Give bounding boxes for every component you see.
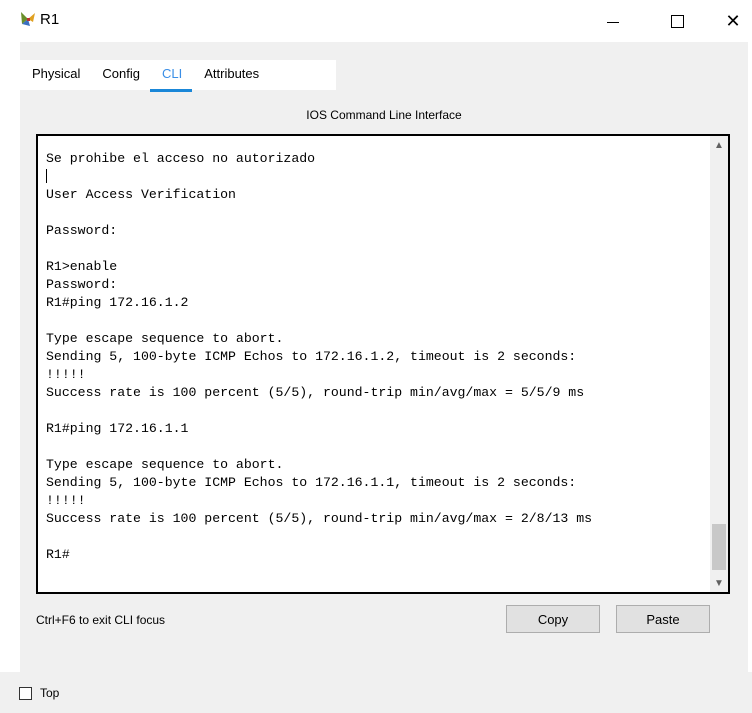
tab-cli[interactable]: CLI xyxy=(150,60,193,92)
scroll-down-icon[interactable]: ▼ xyxy=(710,574,728,592)
tab-attributes[interactable]: Attributes xyxy=(192,60,269,88)
paste-button[interactable]: Paste xyxy=(616,605,710,633)
title-bar: R1 ✕ xyxy=(0,0,752,42)
scroll-up-icon[interactable]: ▲ xyxy=(710,136,728,154)
window-title: R1 xyxy=(40,11,60,28)
text-cursor xyxy=(46,169,47,183)
router-icon xyxy=(21,12,35,26)
scrollbar-thumb[interactable] xyxy=(712,524,726,570)
maximize-button[interactable] xyxy=(654,0,700,42)
device-panel: Physical Config CLI Attributes IOS Comma… xyxy=(20,42,748,672)
top-checkbox-label: Top xyxy=(40,686,60,700)
minimize-icon xyxy=(607,21,619,23)
tab-config[interactable]: Config xyxy=(90,60,150,88)
console-output[interactable]: Se prohibe el acceso no autorizado User … xyxy=(46,150,706,590)
cli-console[interactable]: Se prohibe el acceso no autorizado User … xyxy=(36,134,730,594)
tab-physical[interactable]: Physical xyxy=(20,60,90,88)
focus-hint: Ctrl+F6 to exit CLI focus xyxy=(36,613,166,627)
tab-bar: Physical Config CLI Attributes xyxy=(20,60,269,92)
close-icon: ✕ xyxy=(725,11,741,31)
maximize-icon xyxy=(670,14,684,28)
bottom-bar: Top xyxy=(0,672,752,713)
copy-button[interactable]: Copy xyxy=(506,605,600,633)
section-title: IOS Command Line Interface xyxy=(306,108,462,122)
close-button[interactable]: ✕ xyxy=(710,0,752,42)
minimize-button[interactable] xyxy=(590,0,636,42)
scrollbar[interactable]: ▲ ▼ xyxy=(710,136,728,592)
top-checkbox[interactable] xyxy=(19,687,32,700)
